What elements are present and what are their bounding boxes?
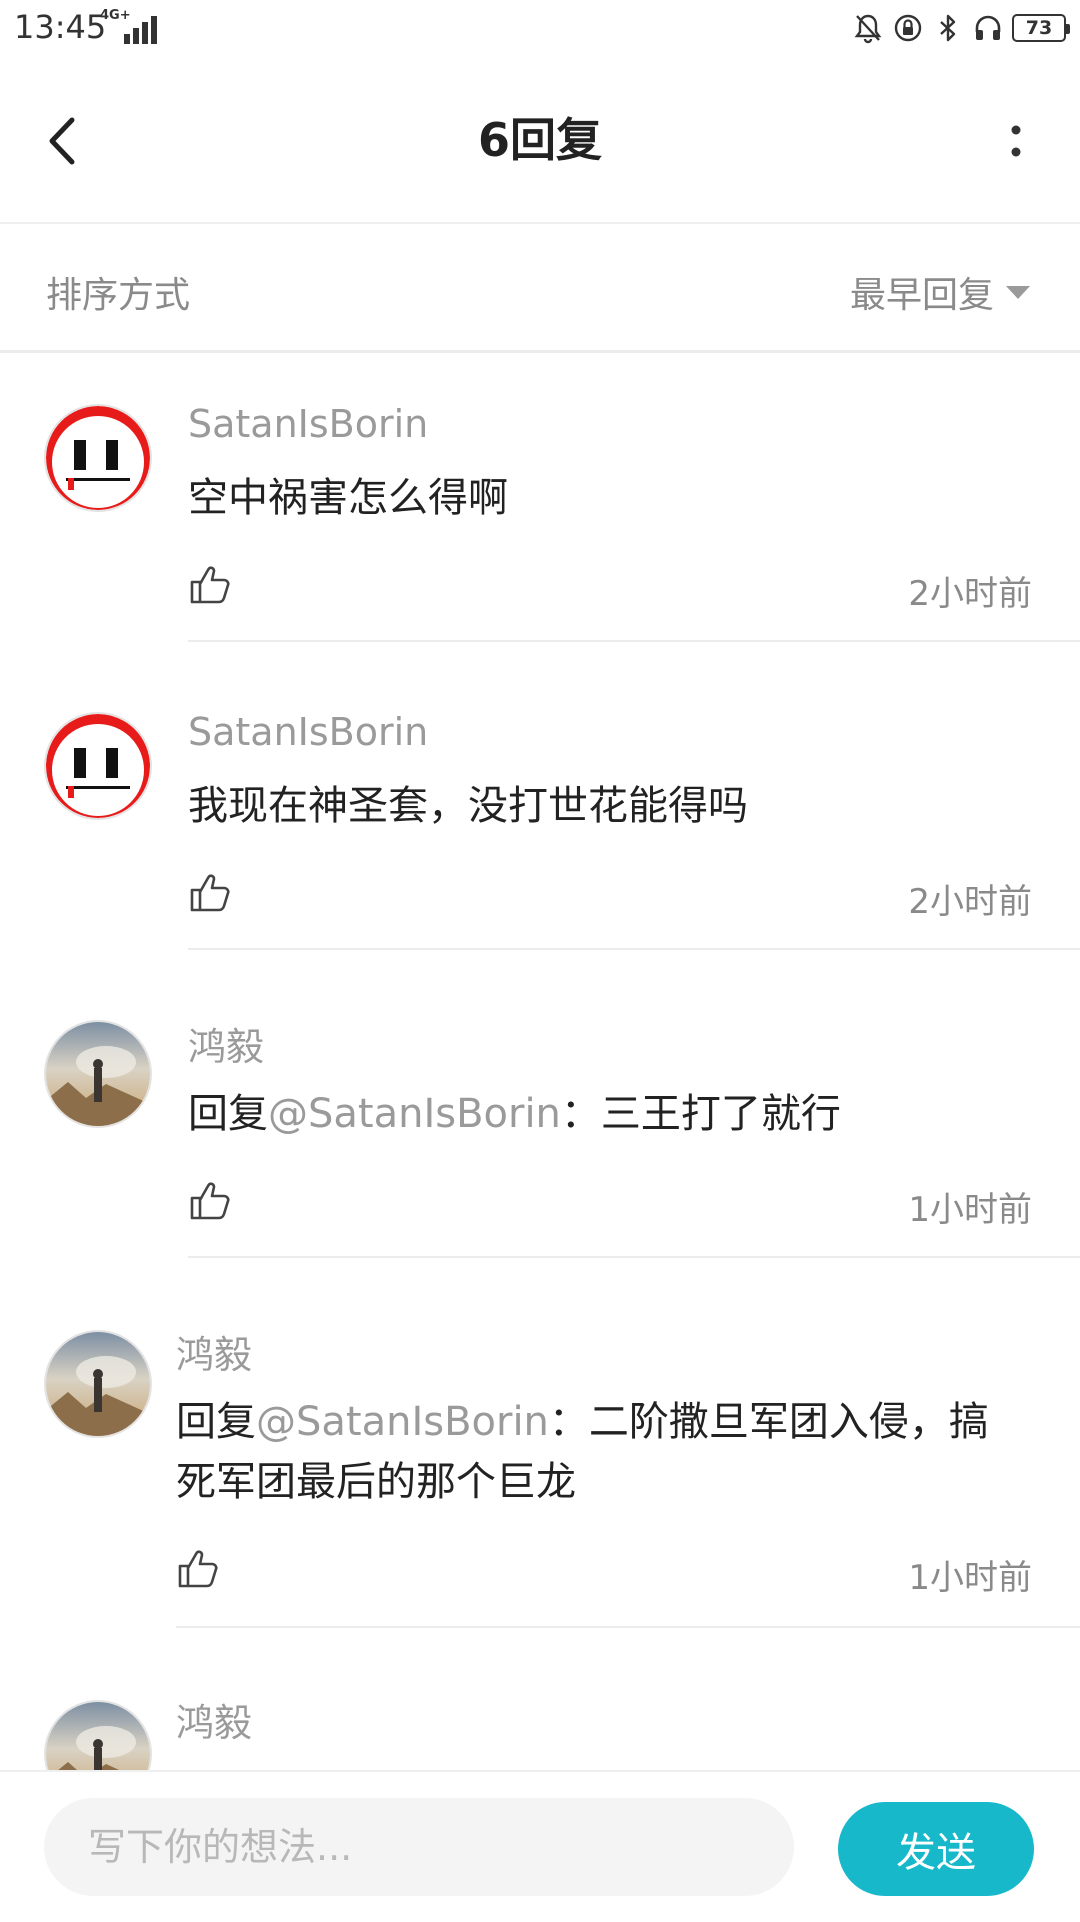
avatar[interactable] — [44, 1020, 152, 1128]
signal-icon: 4G+ — [100, 8, 160, 44]
sort-value: 最早回复 — [849, 275, 994, 316]
caret-down-icon — [1006, 285, 1030, 299]
ghost-avatar-icon — [46, 406, 150, 510]
reply-username[interactable]: 鸿毅 — [176, 1692, 252, 1747]
reply-time: 2小时前 — [908, 882, 1032, 922]
mention-link[interactable]: @SatanIsBorin — [268, 1091, 561, 1137]
reply-item: 鸿毅 — [0, 1648, 1080, 1770]
reply-text: 回复@SatanIsBorin：二阶撒旦军团入侵，搞死军团最后的那个巨龙 — [176, 1399, 989, 1505]
thumbs-up-icon[interactable] — [188, 1178, 232, 1222]
reply-divider — [188, 1256, 1080, 1258]
avatar[interactable] — [44, 404, 152, 512]
reply-item: 鸿毅 回复@SatanIsBorin：三王打了就行 1小时前 — [0, 970, 1080, 1260]
reply-time: 1小时前 — [908, 1190, 1032, 1230]
landscape-avatar-icon — [46, 1022, 150, 1126]
reply-divider — [188, 640, 1080, 642]
avatar[interactable] — [44, 1330, 152, 1438]
avatar[interactable] — [44, 712, 152, 820]
sort-label: 排序方式 — [46, 275, 191, 316]
reply-item: SatanIsBorin 空中祸害怎么得啊 2小时前 — [0, 354, 1080, 644]
reply-divider — [188, 948, 1080, 950]
comment-input[interactable] — [44, 1798, 794, 1896]
sort-bar: 排序方式 最早回复 — [0, 224, 1080, 353]
avatar[interactable] — [44, 1700, 152, 1770]
thumbs-up-icon[interactable] — [176, 1546, 220, 1590]
reply-text: 我现在神圣套，没打世花能得吗 — [188, 783, 748, 829]
lock-rotation-icon — [894, 14, 922, 42]
status-time: 13:45 — [14, 8, 107, 46]
landscape-avatar-icon — [46, 1332, 150, 1436]
sort-dropdown[interactable]: 最早回复 — [850, 266, 1030, 318]
reply-time: 1小时前 — [908, 1558, 1032, 1598]
reply-username[interactable]: 鸿毅 — [176, 1324, 252, 1379]
reply-item: 鸿毅 回复@SatanIsBorin：二阶撒旦军团入侵，搞死军团最后的那个巨龙 … — [0, 1278, 1080, 1632]
reply-username[interactable]: SatanIsBorin — [188, 402, 428, 446]
status-bar: 13:45 4G+ 73 — [0, 0, 1080, 60]
reply-divider — [176, 1626, 1080, 1628]
reply-time: 2小时前 — [908, 574, 1032, 614]
thumbs-up-icon[interactable] — [188, 870, 232, 914]
reply-text: 回复@SatanIsBorin：三王打了就行 — [188, 1091, 841, 1137]
send-button[interactable]: 发送 — [838, 1802, 1034, 1896]
reply-username[interactable]: SatanIsBorin — [188, 710, 428, 754]
bluetooth-icon — [940, 14, 956, 42]
thumbs-up-icon[interactable] — [188, 562, 232, 606]
headphones-icon — [975, 15, 1001, 40]
network-type: 4G+ — [100, 8, 131, 23]
reply-item: SatanIsBorin 我现在神圣套，没打世花能得吗 2小时前 — [0, 662, 1080, 952]
battery-level: 73 — [1025, 17, 1053, 39]
title-bar: 6回复 — [0, 60, 1080, 224]
ghost-avatar-icon — [46, 714, 150, 818]
mention-link[interactable]: @SatanIsBorin — [256, 1399, 549, 1445]
landscape-avatar-icon — [46, 1702, 150, 1770]
reply-username[interactable]: 鸿毅 — [188, 1016, 264, 1071]
reply-text: 空中祸害怎么得啊 — [188, 475, 508, 521]
more-vertical-icon[interactable] — [996, 110, 1036, 170]
page-title: 6回复 — [477, 113, 602, 167]
battery-icon: 73 — [1012, 14, 1070, 42]
composer-bar: 发送 — [0, 1770, 1080, 1922]
mute-icon — [854, 14, 882, 44]
